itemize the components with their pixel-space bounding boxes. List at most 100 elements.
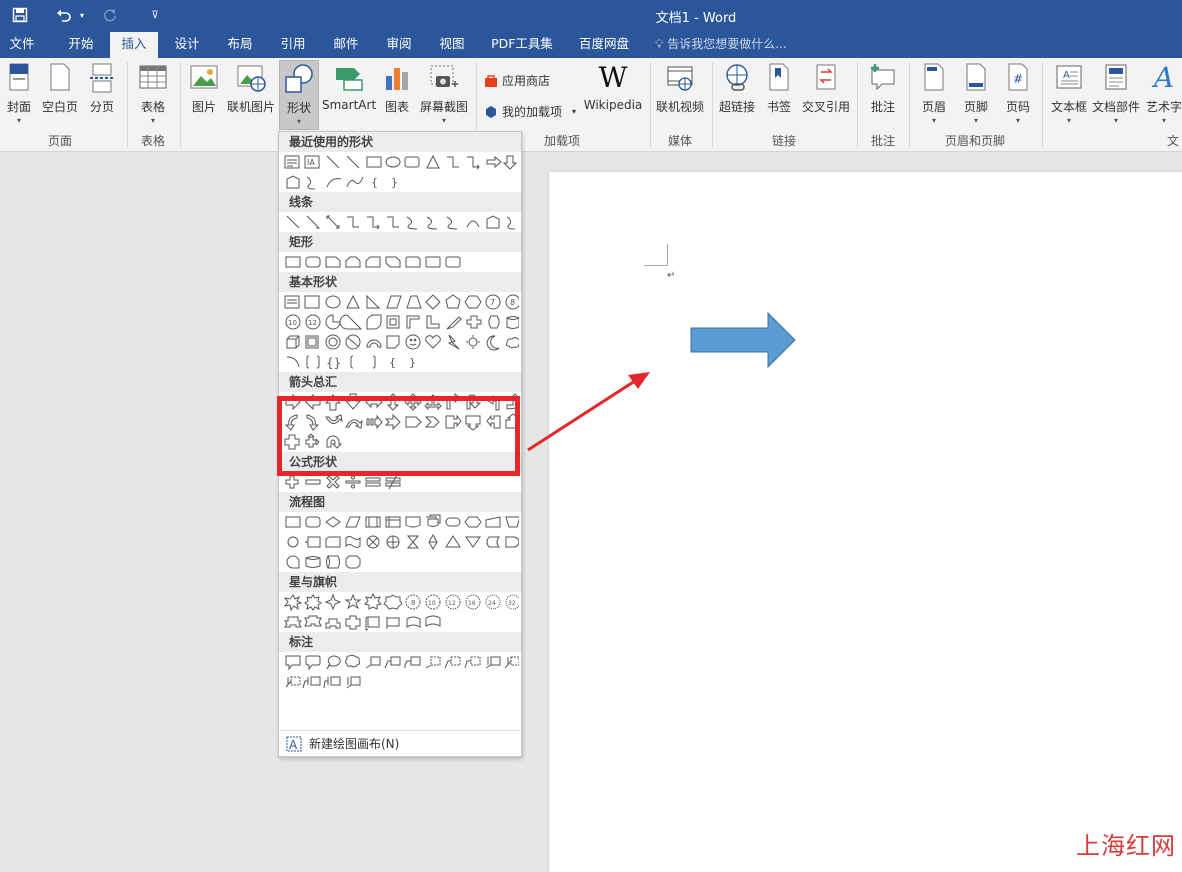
shapes-button[interactable]: 形状 ▾ xyxy=(279,60,319,130)
svg-text:7: 7 xyxy=(490,298,495,307)
callouts-row-1[interactable] xyxy=(279,652,521,672)
cross-reference-icon xyxy=(816,64,836,90)
svg-text:{}: {} xyxy=(326,356,341,370)
window-title: 文档1 - Word xyxy=(655,11,737,26)
flowchart-row-2[interactable] xyxy=(279,532,521,552)
smartart-button[interactable]: SmartArt xyxy=(322,62,376,112)
flowchart-row-3[interactable] xyxy=(279,552,521,572)
banners-row[interactable] xyxy=(279,612,521,632)
flowchart-row-1[interactable] xyxy=(279,512,521,532)
chart-button[interactable]: 图表 xyxy=(382,62,412,115)
quick-parts-button[interactable]: 文档部件 ▾ xyxy=(1092,62,1140,125)
hyperlink-button[interactable]: 超链接 xyxy=(717,62,757,115)
tab-design[interactable]: 设计 xyxy=(164,32,210,58)
svg-text:32: 32 xyxy=(508,600,516,607)
hyperlink-icon xyxy=(726,64,748,91)
my-addins-button[interactable]: 我的加载项 ▾ xyxy=(484,103,576,120)
svg-text:{: { xyxy=(371,176,378,189)
stars-row[interactable]: 8 10 12 16 24 32 xyxy=(279,592,521,612)
online-picture-icon xyxy=(237,65,266,92)
svg-text:IA: IA xyxy=(307,158,315,167)
section-lines: 线条 xyxy=(279,192,521,212)
svg-text:}: } xyxy=(391,176,398,189)
store-button[interactable]: 应用商店 xyxy=(484,72,550,89)
section-recent-shapes: 最近使用的形状 xyxy=(279,132,521,152)
basic-shapes-row-4[interactable]: {} {} xyxy=(279,352,521,372)
new-drawing-canvas-item[interactable]: A 新建绘图画布(N) xyxy=(279,730,521,756)
tab-references[interactable]: 引用 xyxy=(270,32,316,58)
tab-pdf-tools[interactable]: PDF工具集 xyxy=(484,32,560,58)
svg-text:16: 16 xyxy=(468,600,476,607)
shapes-icon xyxy=(285,64,313,93)
bookmark-icon xyxy=(769,63,789,91)
tab-layout[interactable]: 布局 xyxy=(217,32,263,58)
screenshot-button[interactable]: 屏幕截图 ▾ xyxy=(418,62,470,125)
recent-shapes-row[interactable]: IA xyxy=(279,152,521,172)
svg-text:8: 8 xyxy=(411,599,415,607)
footer-button[interactable]: 页脚 ▾ xyxy=(959,62,993,125)
lines-row[interactable] xyxy=(279,212,521,232)
page-break-button[interactable]: 分页 xyxy=(86,62,118,115)
page-number-button[interactable]: # 页码 ▾ xyxy=(1001,62,1035,125)
blank-page-icon xyxy=(50,63,70,91)
quick-parts-icon xyxy=(1105,64,1127,90)
section-flowchart: 流程图 xyxy=(279,492,521,512)
wikipedia-button[interactable]: W Wikipedia xyxy=(582,62,644,113)
document-page[interactable]: ↵ xyxy=(549,172,1182,872)
screenshot-icon xyxy=(430,65,458,87)
store-icon xyxy=(485,74,497,87)
group-comments: 批注 xyxy=(870,134,895,148)
group-tables: 表格 xyxy=(140,134,165,148)
header-button[interactable]: 页眉 ▾ xyxy=(917,62,951,125)
margin-corner-mark xyxy=(644,244,668,266)
basic-shapes-row-3[interactable] xyxy=(279,332,521,352)
picture-button[interactable]: 图片 xyxy=(188,62,220,115)
basic-shapes-row-2[interactable]: 10 12 xyxy=(279,312,521,332)
tab-review[interactable]: 审阅 xyxy=(376,32,422,58)
online-video-icon xyxy=(667,66,693,91)
online-video-button[interactable]: 联机视频 xyxy=(655,62,705,115)
lightbulb-icon: 💡︎ xyxy=(655,37,664,51)
ribbon: 封面 ▾ 空白页 分页 页面 表格 ▾ 表格 图片 联机图片 形状 ▾ SmartAr… xyxy=(0,58,1182,152)
tab-baidu-netdisk[interactable]: 百度网盘 xyxy=(568,32,640,58)
recent-shapes-row-2[interactable]: {} xyxy=(279,172,521,192)
page-break-icon xyxy=(90,63,114,93)
tell-me-search[interactable]: 💡︎ 告诉我您想要做什么... xyxy=(655,32,787,58)
blank-page-button[interactable]: 空白页 xyxy=(40,62,80,115)
section-stars-banners: 星与旗帜 xyxy=(279,572,521,592)
title-bar: ▾ ⊽ 文档1 - Word xyxy=(0,0,1182,32)
tab-home[interactable]: 开始 xyxy=(58,32,104,58)
page-number-icon: # xyxy=(1008,63,1028,91)
wordart-icon: A xyxy=(1153,61,1175,94)
callouts-row-2[interactable] xyxy=(279,672,521,692)
svg-text:{: { xyxy=(389,356,396,369)
group-pages: 页面 xyxy=(47,134,72,148)
watermark: 上海红网 xyxy=(1076,832,1176,860)
chevron-down-icon[interactable]: ▾ xyxy=(572,107,576,116)
table-button[interactable]: 表格 ▾ xyxy=(134,62,172,125)
svg-text:12: 12 xyxy=(448,600,456,607)
right-arrow-shape[interactable] xyxy=(690,312,796,368)
section-rectangles: 矩形 xyxy=(279,232,521,252)
basic-shapes-row-1[interactable]: 78 xyxy=(279,292,521,312)
group-links: 链接 xyxy=(771,134,796,148)
group-media: 媒体 xyxy=(667,134,692,148)
footer-icon xyxy=(966,63,986,91)
text-box-button[interactable]: A 文本框 ▾ xyxy=(1048,62,1090,125)
cross-reference-button[interactable]: 交叉引用 xyxy=(800,62,852,115)
rectangles-row[interactable] xyxy=(279,252,521,272)
group-text: 文 xyxy=(1166,134,1179,148)
group-header-footer: 页眉和页脚 xyxy=(944,134,1005,148)
new-comment-button[interactable]: 批注 xyxy=(864,62,902,115)
bookmark-button[interactable]: 书签 xyxy=(763,62,795,115)
cover-page-button[interactable]: 封面 ▾ xyxy=(2,62,36,125)
online-picture-button[interactable]: 联机图片 xyxy=(226,62,276,115)
annotation-highlight-box xyxy=(277,396,520,476)
tab-mailings[interactable]: 邮件 xyxy=(323,32,369,58)
tab-file[interactable]: 文件 xyxy=(0,32,44,58)
paragraph-mark: ↵ xyxy=(667,270,676,281)
document-canvas[interactable]: ↵ xyxy=(0,152,1182,872)
wordart-button[interactable]: A 艺术字 ▾ xyxy=(1144,62,1182,125)
tab-view[interactable]: 视图 xyxy=(429,32,475,58)
tab-insert[interactable]: 插入 xyxy=(110,32,158,58)
